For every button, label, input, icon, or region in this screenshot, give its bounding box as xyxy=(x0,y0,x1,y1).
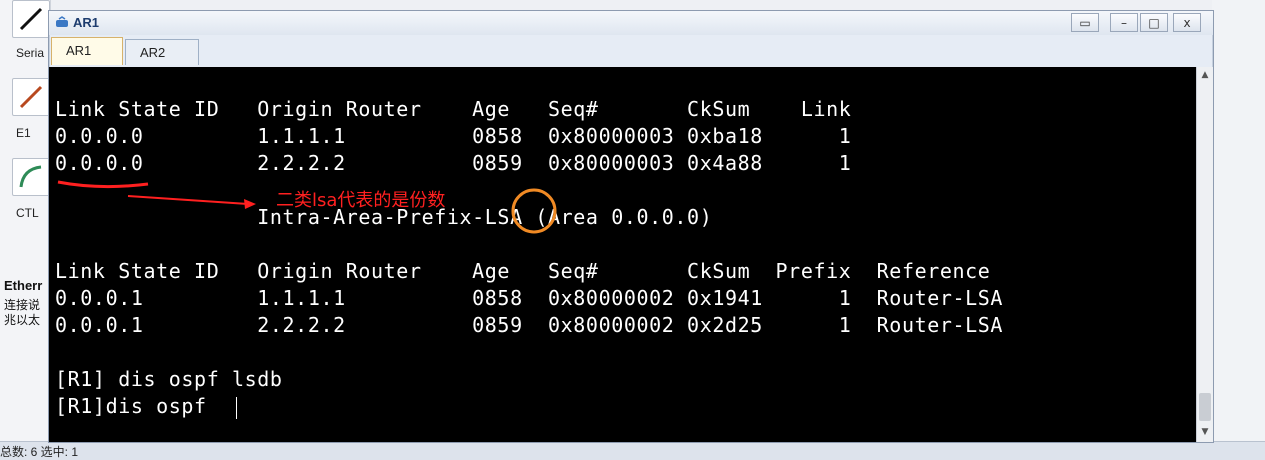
highlight-circle xyxy=(511,188,557,234)
annotation-overlay xyxy=(57,180,557,234)
annotation-arrow-head xyxy=(244,199,256,209)
underline-mark xyxy=(57,180,149,189)
annotation-arrow-line xyxy=(127,195,249,205)
annotation-text: 二类lsa代表的是份数 xyxy=(276,190,446,211)
